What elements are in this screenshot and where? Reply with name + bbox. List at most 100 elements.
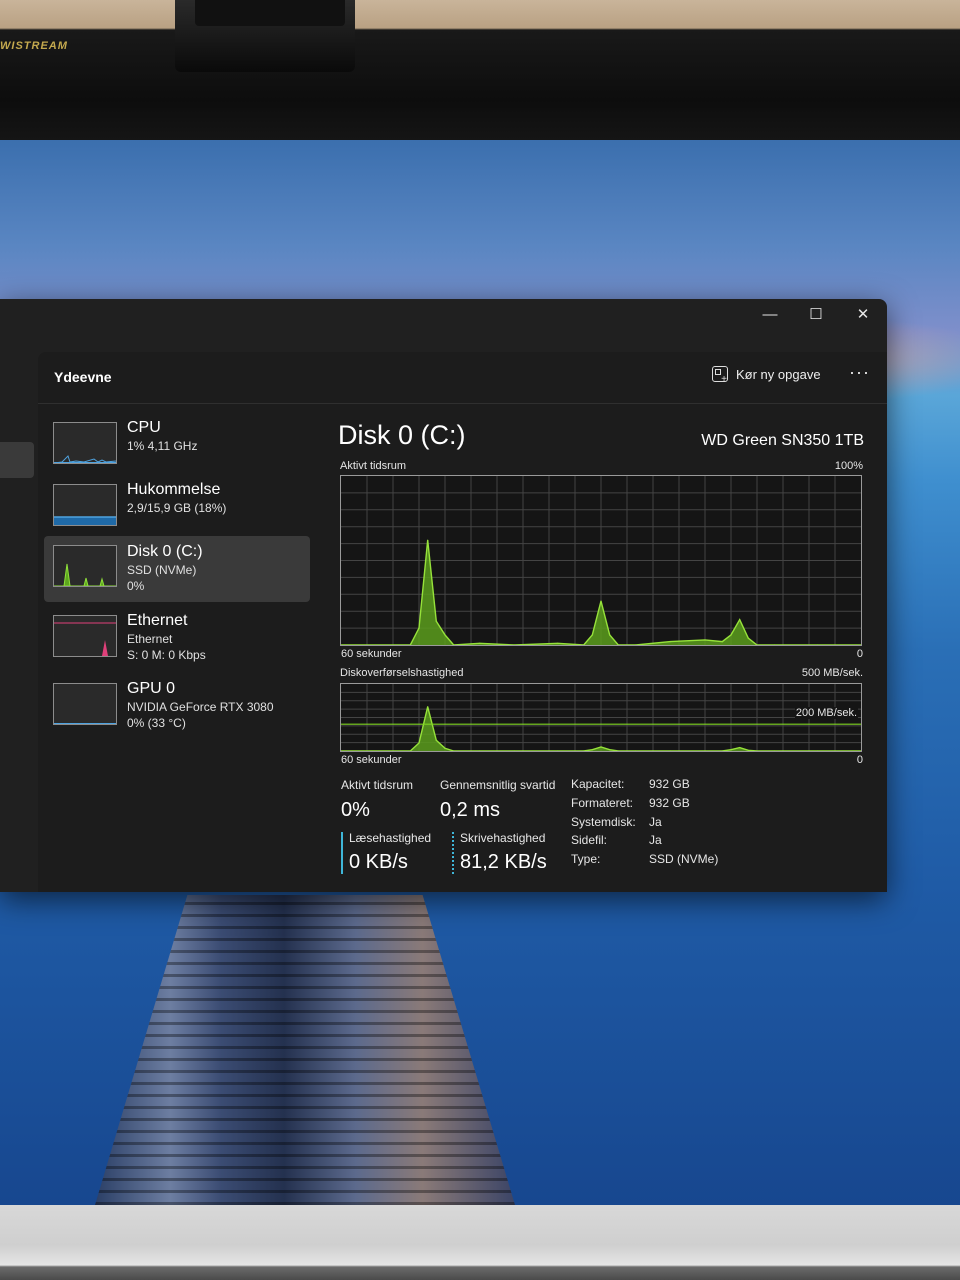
disk-usage: 0% bbox=[127, 579, 145, 593]
graph1-label: Aktivt tidsrum bbox=[340, 460, 407, 472]
ethernet-thumb-graph bbox=[54, 622, 116, 656]
data-point bbox=[739, 619, 741, 621]
run-task-icon bbox=[712, 366, 728, 385]
run-task-label: Kør ny opgave bbox=[736, 366, 821, 382]
transfer-rate-chart bbox=[341, 684, 861, 751]
prop-capacity-key: Kapacitet: bbox=[571, 777, 625, 791]
read-rate-value: 0 KB/s bbox=[349, 851, 408, 873]
ethernet-thumbnail bbox=[53, 615, 117, 657]
data-point bbox=[444, 634, 446, 636]
disk-thumbnail bbox=[53, 545, 117, 587]
data-point bbox=[609, 749, 611, 751]
ethernet-adapter: Ethernet bbox=[127, 632, 173, 646]
cpu-name: CPU bbox=[127, 419, 161, 436]
active-time-chart bbox=[341, 476, 861, 645]
detail-title: Disk 0 (C:) bbox=[338, 420, 466, 450]
data-point bbox=[479, 642, 481, 644]
monitor-bezel-bottom bbox=[0, 1205, 960, 1280]
transfer-rate-graph: 200 MB/sek. bbox=[340, 683, 862, 752]
data-point bbox=[600, 600, 602, 602]
minimize-button[interactable]: — bbox=[747, 302, 793, 328]
cpu-usage: 1% 4,11 GHz bbox=[127, 439, 198, 453]
data-point bbox=[591, 749, 593, 751]
active-time-value: 0% bbox=[341, 799, 370, 821]
response-time-label: Gennemsnitlig svartid bbox=[440, 778, 556, 792]
memory-usage: 2,9/15,9 GB (18%) bbox=[127, 501, 227, 515]
prop-formatted-key: Formateret: bbox=[571, 796, 634, 810]
nav-selected-indicator[interactable] bbox=[0, 442, 34, 478]
graph2-min: 0 bbox=[856, 754, 863, 766]
data-point bbox=[669, 641, 671, 643]
run-new-task-button[interactable]: Kør ny opgave bbox=[712, 366, 821, 385]
graph2-time: 60 sekunder bbox=[341, 754, 402, 766]
gpu-thumb-graph bbox=[54, 723, 116, 724]
memory-thumb-graph bbox=[54, 516, 116, 525]
data-point bbox=[609, 634, 611, 636]
more-options-button[interactable]: ··· bbox=[849, 362, 870, 383]
prop-formatted-value: 932 GB bbox=[649, 796, 690, 810]
gpu-usage: 0% (33 °C) bbox=[127, 716, 186, 730]
prop-type-value: SSD (NVMe) bbox=[649, 852, 719, 866]
sidebar-item-ethernet[interactable]: Ethernet Ethernet S: 0 M: 0 Kbps bbox=[44, 612, 310, 678]
monitor-brand: WISTREAM bbox=[0, 40, 68, 52]
active-time-label: Aktivt tidsrum bbox=[341, 778, 414, 792]
data-point bbox=[730, 749, 732, 751]
page-title: Ydeevne bbox=[54, 369, 112, 385]
data-point bbox=[435, 739, 437, 741]
data-point bbox=[435, 620, 437, 622]
data-point bbox=[444, 747, 446, 749]
ethernet-name: Ethernet bbox=[127, 612, 188, 629]
wallpaper-pier bbox=[95, 895, 515, 1205]
data-point bbox=[418, 742, 420, 744]
response-time-value: 0,2 ms bbox=[440, 799, 501, 821]
prop-systemdisk-value: Ja bbox=[649, 815, 662, 829]
prop-pagefile-value: Ja bbox=[649, 833, 662, 847]
read-rate-label: Læsehastighed bbox=[349, 831, 432, 845]
data-point bbox=[427, 539, 429, 541]
disk-model: WD Green SN350 1TB bbox=[701, 432, 864, 449]
prop-pagefile-key: Sidefil: bbox=[571, 833, 608, 847]
data-point bbox=[739, 747, 741, 749]
read-rate-bar bbox=[341, 832, 343, 874]
webcam-head bbox=[195, 0, 345, 26]
write-rate-bar bbox=[452, 832, 454, 874]
prop-type-key: Type: bbox=[571, 852, 601, 866]
graph2-max: 500 MB/sek. bbox=[801, 667, 863, 679]
cpu-thumb-graph bbox=[54, 455, 116, 463]
disk-name: Disk 0 (C:) bbox=[127, 543, 203, 560]
active-time-graph bbox=[340, 475, 862, 646]
sidebar-item-cpu[interactable]: CPU 1% 4,11 GHz bbox=[44, 419, 310, 485]
graph1-time: 60 sekunder bbox=[341, 648, 402, 660]
data-point bbox=[730, 634, 732, 636]
gpu-model: NVIDIA GeForce RTX 3080 bbox=[127, 700, 274, 714]
sidebar-item-gpu0[interactable]: GPU 0 NVIDIA GeForce RTX 3080 0% (33 °C) bbox=[44, 680, 310, 746]
data-point bbox=[418, 627, 420, 629]
write-rate-label: Skrivehastighed bbox=[460, 831, 546, 845]
memory-thumbnail bbox=[53, 484, 117, 526]
prop-capacity-value: 932 GB bbox=[649, 777, 690, 791]
gpu-name: GPU 0 bbox=[127, 680, 176, 697]
data-point bbox=[427, 706, 429, 708]
prop-systemdisk-key: Systemdisk: bbox=[571, 815, 636, 829]
disk-type: SSD (NVMe) bbox=[127, 563, 197, 577]
graph2-label: Diskoverførselshastighed bbox=[340, 667, 464, 679]
data-point bbox=[747, 637, 749, 639]
memory-name: Hukommelse bbox=[127, 481, 221, 498]
gpu-thumbnail bbox=[53, 683, 117, 725]
data-point bbox=[557, 642, 559, 644]
graph2-ref-label: 200 MB/sek. bbox=[794, 707, 858, 719]
ethernet-throughput: S: 0 M: 0 Kbps bbox=[127, 648, 206, 662]
data-point bbox=[600, 746, 602, 748]
close-button[interactable]: ✕ bbox=[840, 302, 886, 328]
data-point bbox=[591, 634, 593, 636]
sidebar-item-disk0[interactable]: Disk 0 (C:) SSD (NVMe) 0% bbox=[44, 536, 310, 602]
cpu-thumbnail bbox=[53, 422, 117, 464]
monitor-bezel-top bbox=[0, 0, 960, 140]
graph1-min: 0 bbox=[856, 648, 863, 660]
write-rate-value: 81,2 KB/s bbox=[460, 851, 547, 873]
data-point bbox=[721, 641, 723, 643]
graph1-max: 100% bbox=[834, 460, 863, 472]
maximize-button[interactable]: ☐ bbox=[793, 302, 839, 328]
disk-thumb-graph bbox=[54, 563, 116, 586]
data-point bbox=[747, 749, 749, 751]
